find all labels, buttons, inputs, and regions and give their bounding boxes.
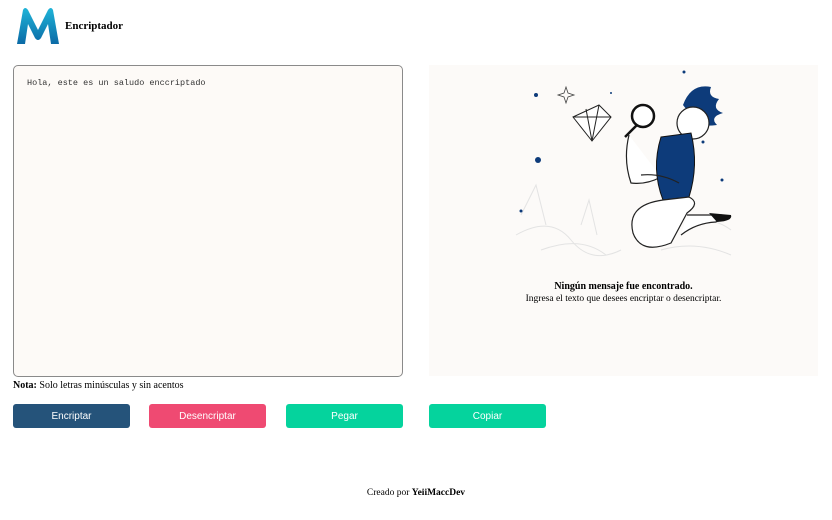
footer-prefix: Creado por [366, 488, 412, 498]
page-footer: Creado por YeiiMaccDev [0, 488, 832, 498]
output-panel: Ningún mensaje fue encontrado. Ingresa e… [429, 65, 818, 376]
input-note: Nota: Solo letras minúsculas y sin acent… [13, 380, 184, 391]
footer-author: YeiiMaccDev [411, 488, 466, 498]
copy-button[interactable]: Copiar [429, 404, 546, 428]
message-input[interactable]: Hola, este es un saludo enccriptado [13, 65, 403, 377]
note-text: Solo letras minúsculas y sin acentos [36, 380, 184, 391]
encrypt-button[interactable]: Encriptar [13, 404, 130, 428]
searching-person-illustration [515, 70, 732, 257]
app-logo [17, 8, 59, 44]
note-label: Nota: [13, 380, 37, 391]
paste-button[interactable]: Pegar [286, 404, 403, 428]
app-header: Encriptador [15, 6, 123, 46]
decrypt-button[interactable]: Desencriptar [149, 404, 266, 428]
empty-message-subtitle: Ingresa el texto que desees encriptar o … [525, 294, 722, 304]
empty-message-title: Ningún mensaje fue encontrado. [554, 281, 693, 292]
app-title: Encriptador [65, 20, 124, 32]
